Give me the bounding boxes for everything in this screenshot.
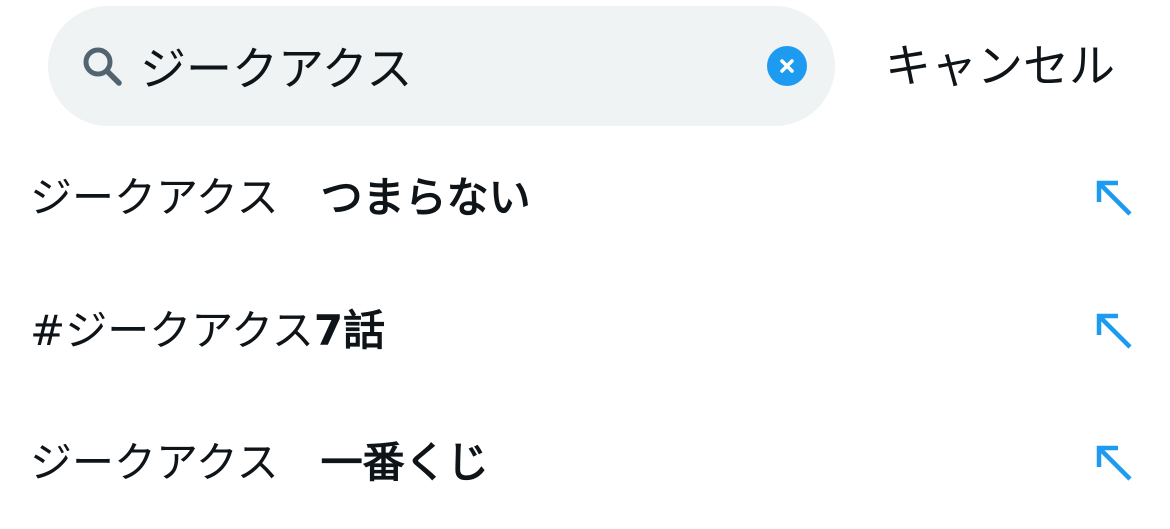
suggestion-query-part: ジークアクス [30,172,321,222]
suggestion-text: ジークアクス つまらない [30,173,531,223]
arrow-up-left-icon[interactable] [1094,311,1134,351]
suggestion-text: ジークアクス 一番くじ [30,438,489,488]
suggestion-completion: 一番くじ [320,437,489,487]
clear-search-button[interactable] [767,46,807,86]
search-bar[interactable] [48,6,835,126]
search-suggestion[interactable]: #ジークアクス7話 [0,265,1170,397]
search-suggestion[interactable]: ジークアクス 一番くじ [0,397,1170,529]
search-input[interactable] [140,36,750,96]
suggestion-query-part: #ジークアクス [30,305,314,355]
suggestion-text: #ジークアクス7話 [30,306,385,356]
suggestion-completion: 7話 [313,305,386,355]
suggestion-completion: つまらない [320,172,531,222]
suggestion-query-part: ジークアクス [30,437,321,487]
search-suggestion[interactable]: ジークアクス つまらない [0,132,1170,264]
search-icon [83,47,122,86]
arrow-up-left-icon[interactable] [1094,178,1134,218]
arrow-up-left-icon[interactable] [1094,443,1134,483]
cancel-button[interactable]: キャンセル [885,36,1115,96]
